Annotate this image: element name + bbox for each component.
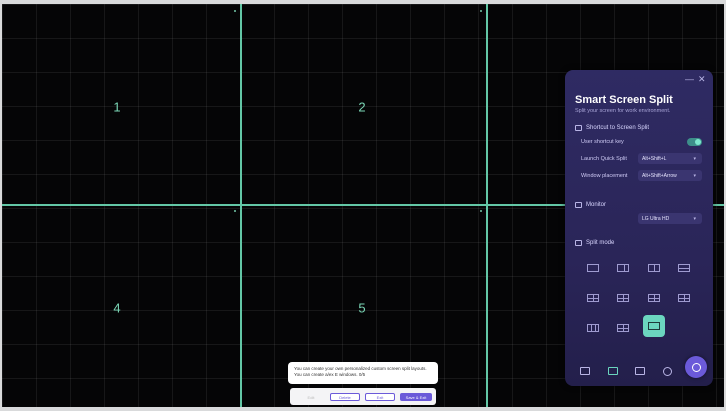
monitor-value: LG Ultra HD	[642, 215, 670, 222]
layout-three-col-icon	[587, 324, 599, 332]
use-shortcut-toggle[interactable]	[687, 138, 702, 146]
monitor-select[interactable]: LG Ultra HD ▾	[638, 213, 702, 224]
layout-option-three-columns[interactable]	[582, 317, 604, 339]
layout-option-bottom-split[interactable]	[673, 287, 695, 309]
zone-2-label: 2	[358, 99, 366, 115]
layout-option-two-rows[interactable]	[673, 257, 695, 279]
window-placement-select[interactable]: Alt+Shift+Arrow ▾	[638, 170, 702, 181]
edit-button[interactable]: Edit	[300, 393, 322, 401]
layout-option-full[interactable]	[582, 257, 604, 279]
layout-two-row-icon	[678, 264, 690, 272]
panel-title: Smart Screen Split	[575, 94, 673, 106]
power-icon	[691, 362, 701, 372]
shortcut-section-title: Shortcut to Screen Split	[586, 125, 650, 131]
smart-screen-split-panel: — ✕ Smart Screen Split Split your screen…	[565, 70, 713, 386]
launch-quick-split-value: Alt+Shift+L	[642, 155, 667, 162]
launch-quick-split-select[interactable]: Alt+Shift+L ▾	[638, 153, 702, 164]
layout-top-split-icon	[648, 294, 660, 302]
zone-marker	[480, 10, 482, 12]
split-mode-icon	[575, 240, 582, 246]
layout-quad-icon	[617, 324, 629, 332]
keyboard-icon	[575, 125, 582, 131]
layout-right-split-icon	[617, 294, 629, 302]
window-placement-value: Alt+Shift+Arrow	[642, 172, 677, 179]
layout-option-custom[interactable]	[643, 315, 665, 337]
layout-bottom-split-icon	[678, 294, 690, 302]
zone-5-label: 5	[358, 300, 366, 316]
toggle-knob	[695, 139, 701, 145]
layout-option-two-columns[interactable]	[643, 257, 665, 279]
chevron-down-icon: ▾	[693, 172, 696, 179]
chevron-down-icon: ▾	[693, 215, 696, 222]
minimize-icon[interactable]: —	[685, 75, 694, 84]
delete-button[interactable]: Delete	[330, 393, 360, 401]
layout-option-right-large[interactable]	[612, 257, 634, 279]
layout-left-split-icon	[587, 294, 599, 302]
chevron-down-icon: ▾	[693, 155, 696, 162]
layout-option-left-split[interactable]	[582, 287, 604, 309]
layout-two-col-icon	[648, 264, 660, 272]
exit-button[interactable]: Exit	[365, 393, 395, 401]
layout-option-quad[interactable]	[612, 317, 634, 339]
monitor-tab-icon[interactable]	[579, 367, 590, 375]
close-icon[interactable]: ✕	[698, 75, 706, 84]
monitor-section-title: Monitor	[586, 202, 607, 208]
zone-1-label: 1	[113, 99, 121, 115]
layout-full-icon	[587, 264, 599, 272]
split-mode-section-title: Split mode	[586, 240, 615, 246]
monitor-icon	[575, 202, 582, 208]
window-placement-label: Window placement	[581, 173, 628, 179]
camera-icon	[648, 322, 660, 330]
split-tab-icon[interactable]	[607, 367, 618, 375]
use-shortcut-label: User shortcut key	[581, 139, 624, 145]
toast-line-2: You can create a/ex E windows. 0/5	[294, 372, 366, 377]
save-exit-button[interactable]: Save & Exit	[400, 393, 432, 401]
panel-bottom-nav	[571, 362, 681, 380]
quick-split-launch-button[interactable]	[685, 356, 707, 378]
picture-tab-icon[interactable]	[635, 367, 646, 375]
zone-4-label: 4	[113, 300, 121, 316]
layout-option-top-split[interactable]	[643, 287, 665, 309]
custom-layout-toast: You can create your own personalized cus…	[288, 362, 438, 384]
shortcut-section-header: Shortcut to Screen Split	[575, 125, 649, 131]
zone-marker	[480, 210, 482, 212]
zone-marker	[234, 10, 236, 12]
launch-quick-split-label: Launch Quick Split	[581, 156, 627, 162]
split-mode-section-header: Split mode	[575, 240, 614, 246]
panel-subtitle: Split your screen for work environment.	[575, 108, 671, 114]
layout-option-right-split[interactable]	[612, 287, 634, 309]
gear-icon[interactable]	[663, 366, 673, 376]
layout-right-icon	[617, 264, 629, 272]
monitor-section-header: Monitor	[575, 202, 606, 208]
zone-marker	[234, 210, 236, 212]
